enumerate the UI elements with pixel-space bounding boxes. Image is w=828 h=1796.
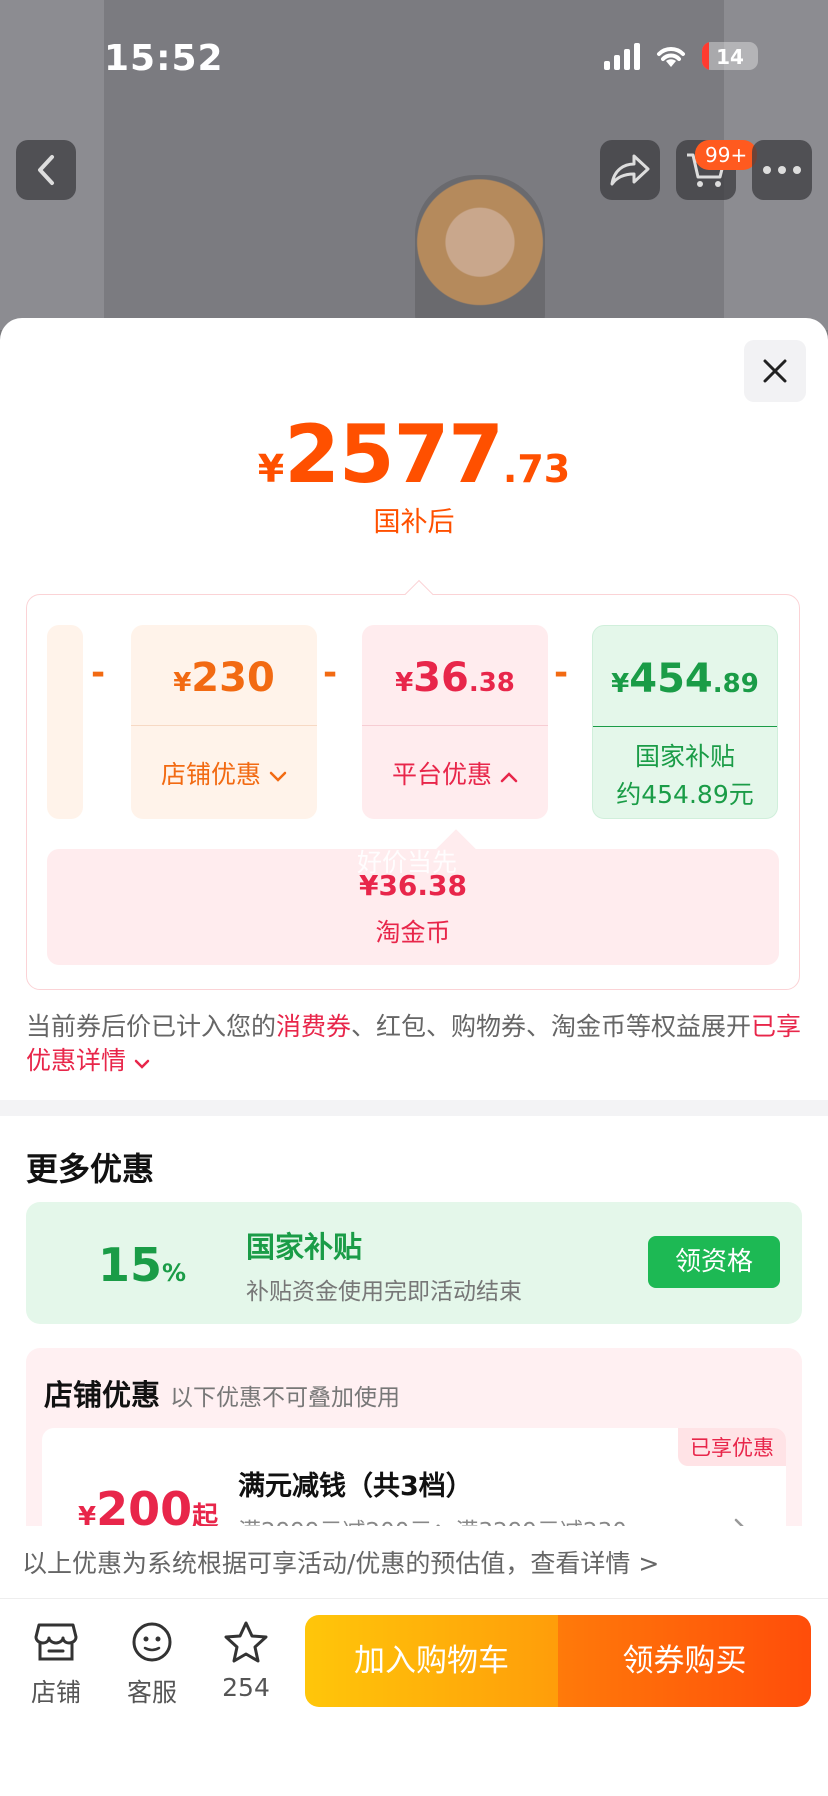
favorites-count: 254 — [222, 1673, 270, 1702]
discount-breakdown: - ¥230 店铺优惠 - ¥36.38 平台优惠 - ¥454.89 国家补贴… — [26, 579, 800, 990]
back-button[interactable] — [16, 140, 76, 200]
platform-discount-label: 平台优惠 — [362, 755, 548, 791]
more-offers-title: 更多优惠 — [26, 1150, 155, 1188]
price-symbol: ¥ — [257, 447, 285, 491]
share-button[interactable] — [600, 140, 660, 200]
shop-label: 店铺 — [30, 1678, 81, 1707]
price-label: 国补后 — [373, 507, 455, 538]
more-button[interactable] — [752, 140, 812, 200]
discount-card-partial — [47, 625, 83, 819]
platform-discount-card[interactable]: ¥36.38 平台优惠 — [362, 625, 548, 819]
shop-discount-label-text: 店铺优惠 — [161, 760, 262, 789]
national-subsidy-label: 国家补贴 约454.89元 — [593, 738, 777, 814]
tao-coin-detail: 好价当先 ¥36.38 淘金币 — [47, 829, 779, 965]
signal-icon — [604, 42, 640, 70]
service-icon — [112, 1619, 192, 1665]
price-note: 当前券后价已计入您的消费券、红包、购物券、淘金币等权益展开已享优惠详情 — [26, 1010, 802, 1078]
card-divider — [593, 726, 777, 727]
platform-discount-value: ¥36.38 — [362, 655, 548, 701]
note-text: 当前券后价已计入您的 — [26, 1012, 277, 1041]
national-subsidy-value: ¥454.89 — [593, 656, 777, 702]
close-button[interactable] — [744, 340, 806, 402]
shop-button[interactable]: 店铺 — [16, 1619, 96, 1709]
national-subsidy-card: ¥454.89 国家补贴 约454.89元 — [592, 625, 778, 819]
buy-with-coupon-button[interactable]: 领券购买 — [558, 1615, 811, 1707]
value-integer: 230 — [191, 655, 275, 701]
cart-count-badge: 99+ — [695, 140, 758, 170]
chevron-up-icon — [500, 772, 518, 783]
status-icons: 14 — [604, 42, 758, 70]
shop-discount-card[interactable]: ¥230 店铺优惠 — [131, 625, 317, 819]
tao-coin-label: 淘金币 — [375, 918, 451, 947]
price-decimal: .73 — [502, 447, 571, 491]
percent-sign: % — [162, 1259, 187, 1287]
tao-coin-value: ¥36.38 — [358, 869, 468, 902]
national-subsidy-offer: 15% 国家补贴 补贴资金使用完即活动结束 领资格 — [26, 1202, 802, 1324]
disclaimer-bar[interactable]: 以上优惠为系统根据可享活动/优惠的预估值，查看详情 > — [0, 1526, 828, 1602]
enjoyed-badge: 已享优惠 — [678, 1428, 786, 1466]
price-detail-sheet: ¥2577.73 国补后 - ¥230 店铺优惠 - ¥36.38 平台优惠 -… — [0, 318, 828, 1796]
battery-icon: 14 — [702, 42, 758, 70]
shop-offers-subtitle: 以下优惠不可叠加使用 — [170, 1385, 400, 1411]
section-divider — [0, 1100, 828, 1116]
store-icon — [16, 1619, 96, 1665]
share-icon — [610, 154, 650, 186]
price-integer: 2577 — [284, 408, 504, 501]
favorite-button[interactable]: 254 — [206, 1619, 286, 1702]
value-integer: 36 — [413, 655, 469, 701]
value-decimal: .89 — [712, 669, 759, 699]
service-label: 客服 — [126, 1678, 177, 1707]
platform-discount-label-text: 平台优惠 — [392, 760, 493, 789]
product-model-image — [415, 175, 545, 335]
minus-sign: - — [91, 653, 106, 693]
card-divider — [131, 725, 317, 726]
more-dots-icon — [763, 166, 801, 174]
add-to-cart-button[interactable]: 加入购物车 — [305, 1615, 558, 1707]
subsidy-percent: 15% — [98, 1238, 186, 1292]
currency-symbol: ¥ — [611, 669, 630, 699]
star-icon — [206, 1619, 286, 1665]
value-integer: 454 — [629, 656, 713, 702]
chevron-down-icon — [134, 1059, 150, 1069]
card-divider — [362, 725, 548, 726]
chevron-down-icon — [269, 771, 287, 782]
wifi-icon — [657, 47, 685, 67]
shop-offers-title: 店铺优惠 — [44, 1378, 161, 1412]
note-text-2: 、红包、购物券、淘金币等权益展开 — [351, 1012, 752, 1041]
currency-symbol: ¥ — [395, 668, 414, 698]
customer-service-button[interactable]: 客服 — [112, 1619, 192, 1709]
minus-sign: - — [323, 653, 338, 693]
subsidy-subtitle: 补贴资金使用完即活动结束 — [246, 1279, 522, 1305]
claim-qualification-button[interactable]: 领资格 — [648, 1236, 780, 1288]
subsidy-title: 国家补贴 — [246, 1230, 363, 1264]
subsidy-percent-value: 15 — [98, 1238, 163, 1292]
shop-discount-value: ¥230 — [131, 655, 317, 701]
chevron-left-icon — [38, 155, 54, 185]
final-price: ¥2577.73 — [0, 408, 828, 501]
bottom-action-bar: 店铺 客服 254 加入购物车 领券购买 — [0, 1598, 828, 1796]
national-subsidy-label-line2: 约454.89元 — [616, 780, 754, 809]
value-decimal: .38 — [468, 668, 515, 698]
breakdown-notch — [404, 579, 434, 609]
offer-title: 满元减钱（共3档） — [238, 1471, 473, 1502]
national-subsidy-label-line1: 国家补贴 — [634, 742, 735, 771]
purchase-buttons: 加入购物车 领券购买 — [305, 1615, 811, 1707]
disclaimer-text: 以上优惠为系统根据可享活动/优惠的预估值，查看详情 > — [22, 1549, 660, 1578]
shop-discount-label: 店铺优惠 — [131, 755, 317, 791]
status-time: 15:52 — [104, 38, 224, 79]
battery-level: 14 — [716, 45, 744, 69]
minus-sign: - — [554, 653, 569, 693]
currency-symbol: ¥ — [173, 668, 192, 698]
note-highlight: 消费券 — [276, 1012, 352, 1041]
close-icon — [763, 359, 787, 383]
